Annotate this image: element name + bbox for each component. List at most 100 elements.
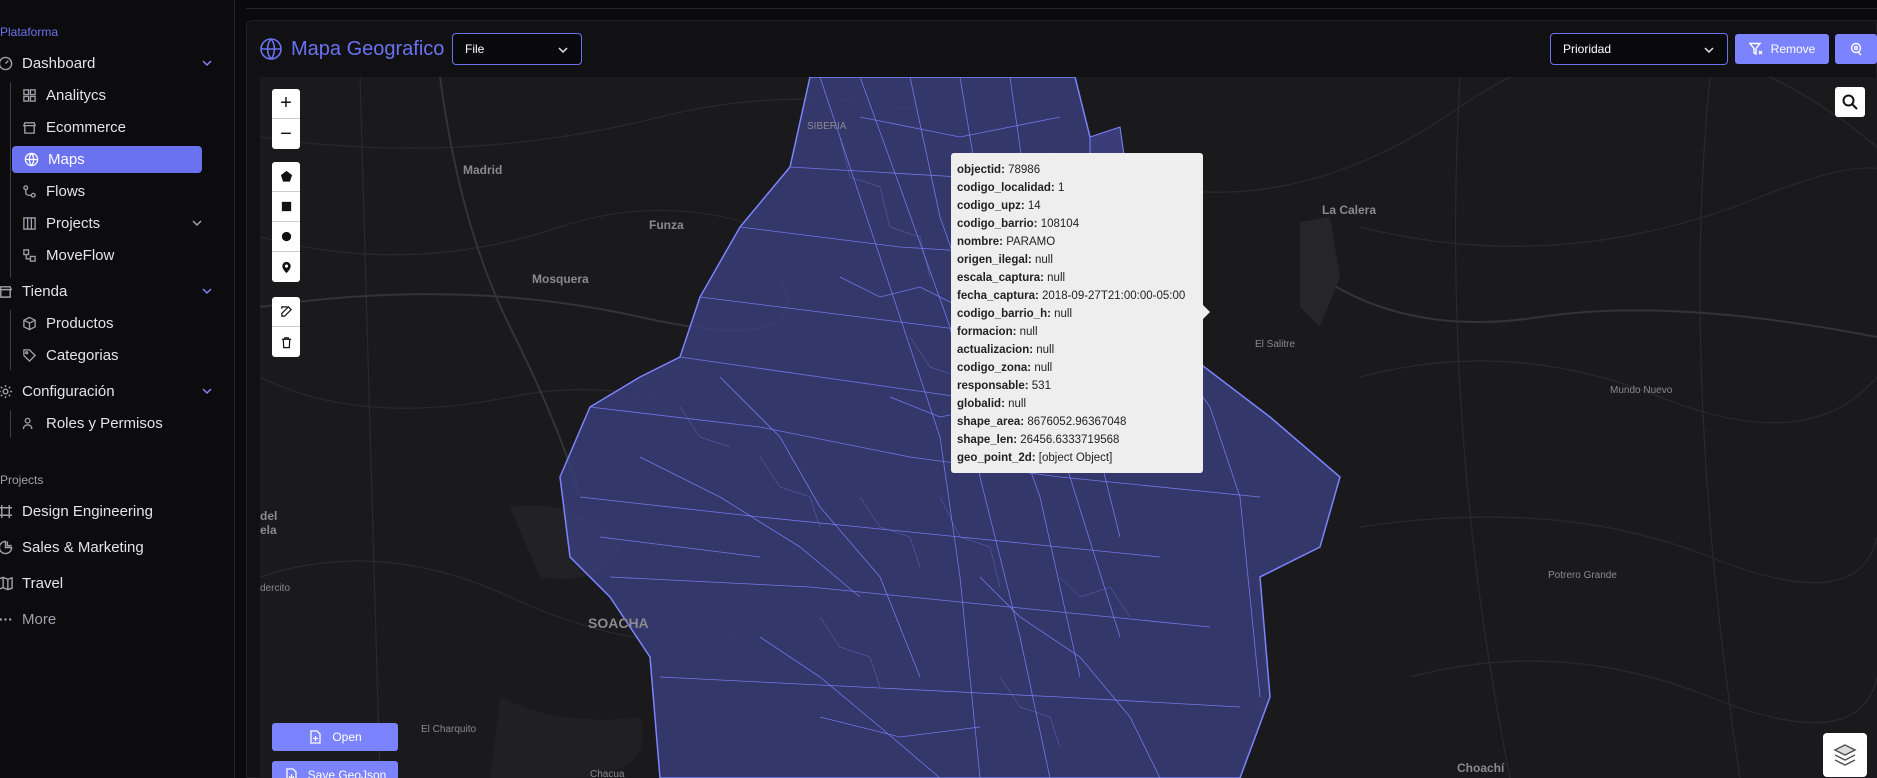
sidebar-item-dashboard[interactable]: Dashboard	[0, 50, 218, 77]
sidebar-item-roles[interactable]: Roles y Permisos	[20, 410, 204, 437]
open-button[interactable]: Open	[272, 723, 398, 751]
tree-line	[10, 410, 11, 438]
sidebar-item-productos[interactable]: Productos	[20, 310, 204, 337]
sidebar-item-configuracion[interactable]: Configuración	[0, 378, 218, 405]
chevron-down-icon	[558, 47, 568, 54]
place-label: Funza	[649, 218, 684, 232]
group-label-projects: Projects	[0, 473, 44, 487]
user-icon	[20, 415, 38, 433]
sidebar-item-label: Configuración	[22, 383, 115, 400]
sidebar-item-label: Design Engineering	[22, 503, 153, 520]
delete-layers-button[interactable]	[272, 327, 300, 357]
popup-row: codigo_zona: null	[957, 362, 1053, 374]
draw-polygon-button[interactable]	[272, 162, 300, 192]
columns-icon	[20, 215, 38, 233]
sidebar-item-more[interactable]: More	[0, 606, 218, 633]
popup-row: codigo_upz: 14	[957, 200, 1041, 212]
sidebar-item-label: Analitycs	[46, 87, 107, 104]
file-plus-icon	[310, 730, 321, 744]
place-label: Mundo Nuevo	[1610, 385, 1673, 396]
place-label: SIBERIA	[807, 121, 847, 132]
page-title: Mapa Geografico	[259, 34, 444, 64]
popup-row: codigo_barrio_h: null	[957, 308, 1073, 320]
square-icon	[281, 201, 291, 212]
divider	[246, 8, 1877, 9]
sidebar-item-ecommerce[interactable]: Ecommerce	[20, 114, 204, 141]
sidebar-item-label: Flows	[46, 183, 86, 200]
place-label: Chacua	[590, 769, 625, 778]
place-label: ela	[260, 523, 277, 537]
sidebar-item-label: MoveFlow	[46, 247, 115, 264]
tags-icon	[20, 347, 38, 365]
zoom-out-button[interactable]: −	[272, 119, 300, 149]
settings-icon	[0, 383, 14, 401]
sidebar-item-label: Categorias	[46, 347, 119, 364]
layers-button[interactable]	[1823, 733, 1867, 777]
chevron-down-icon[interactable]	[200, 384, 214, 398]
sidebar-item-maps[interactable]: Maps	[12, 146, 202, 173]
flow-icon	[20, 183, 38, 201]
sidebar-item-flows[interactable]: Flows	[20, 178, 204, 205]
place-label: SOACHA	[588, 615, 649, 631]
file-select[interactable]: File	[452, 33, 582, 65]
place-label: Madrid	[463, 163, 503, 177]
sidebar-item-moveflow[interactable]: MoveFlow	[20, 242, 204, 269]
edit-icon	[280, 306, 292, 317]
sidebar-item-label: Tienda	[22, 283, 68, 300]
sidebar: Plataforma Dashboard Analitycs Ecommerce…	[0, 0, 235, 778]
map-search-button[interactable]	[1835, 87, 1865, 117]
place-label: El Charquito	[421, 724, 477, 735]
sidebar-item-label: Ecommerce	[46, 119, 127, 136]
draw-circle-button[interactable]	[272, 222, 300, 252]
pie-chart-icon	[0, 539, 14, 557]
chevron-down-icon[interactable]	[200, 284, 214, 298]
place-label: La Calera	[1322, 203, 1377, 217]
sidebar-item-travel[interactable]: Travel	[0, 570, 218, 597]
sidebar-item-analitycs[interactable]: Analitycs	[20, 82, 204, 109]
trash-icon	[281, 336, 291, 348]
location-button[interactable]	[1835, 34, 1877, 64]
filter-x-icon	[1748, 42, 1763, 56]
popup-row: codigo_localidad: 1	[957, 182, 1065, 194]
more-icon	[0, 611, 14, 629]
popup-row: responsable: 531	[957, 380, 1051, 392]
edit-layers-button[interactable]	[272, 297, 300, 327]
place-label: El Salitre	[1255, 339, 1296, 350]
page-title-text: Mapa Geografico	[291, 37, 445, 60]
polygon-icon	[280, 170, 292, 182]
app-window: Plataforma Dashboard Analitycs Ecommerce…	[0, 0, 1877, 778]
dashboard-icon	[0, 55, 14, 73]
place-label: Choachí	[1457, 761, 1505, 775]
sidebar-item-label: Travel	[22, 575, 64, 592]
file-select-value: File	[465, 42, 485, 56]
chevron-down-icon[interactable]	[190, 216, 204, 230]
zoom-in-button[interactable]: +	[272, 89, 300, 119]
map-canvas[interactable]: SIBERIA Madrid Funza Mosquera La Calera …	[260, 77, 1877, 778]
group-label-plataforma: Plataforma	[0, 25, 59, 39]
draw-marker-button[interactable]	[272, 252, 300, 282]
popup-row: codigo_barrio: 108104	[957, 218, 1080, 230]
zoom-controls: + −	[272, 89, 300, 149]
place-label: del	[260, 509, 278, 523]
draw-rectangle-button[interactable]	[272, 192, 300, 222]
map-pin-icon	[1850, 42, 1862, 56]
sidebar-item-label: Dashboard	[22, 55, 96, 72]
sidebar-item-projects[interactable]: Projects	[20, 210, 204, 237]
chevron-down-icon[interactable]	[200, 56, 214, 70]
remove-label: Remove	[1770, 42, 1816, 56]
popup-row: escala_captura: null	[957, 272, 1066, 284]
circle-icon	[281, 231, 291, 242]
sidebar-item-design-engineering[interactable]: Design Engineering	[0, 498, 218, 525]
file-save-icon	[285, 768, 297, 778]
popup-row: actualizacion: null	[957, 344, 1055, 356]
priority-select[interactable]: Prioridad	[1550, 33, 1728, 65]
save-geojson-button[interactable]: Save GeoJson	[272, 761, 398, 778]
sidebar-item-tienda[interactable]: Tienda	[0, 278, 218, 305]
tree-line	[10, 310, 11, 370]
sidebar-item-sales-marketing[interactable]: Sales & Marketing	[0, 534, 218, 561]
sidebar-item-categorias[interactable]: Categorias	[20, 342, 204, 369]
layers-icon	[1833, 744, 1857, 766]
grid-icon	[20, 87, 38, 105]
remove-filter-button[interactable]: Remove	[1735, 34, 1829, 64]
popup-row: fecha_captura: 2018-09-27T21:00:00-05:00	[957, 290, 1186, 302]
